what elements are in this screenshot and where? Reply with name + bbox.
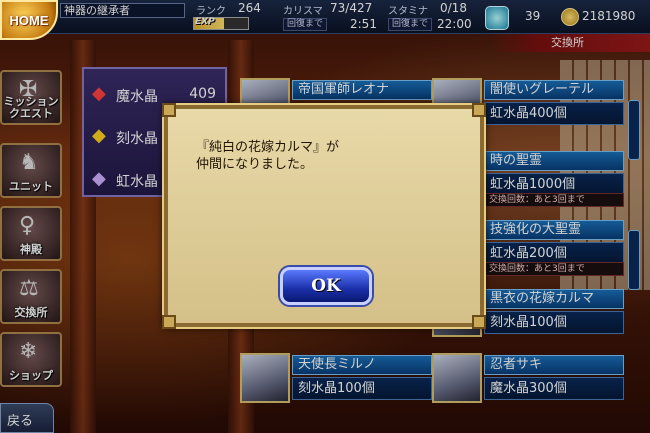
ok-button[interactable]: OK <box>280 267 372 305</box>
dialog-corner <box>472 103 486 117</box>
dialog-message: 『純白の花嫁カルマ』が 仲間になりました。 <box>196 140 340 172</box>
home-label: HOME <box>9 12 49 28</box>
game-screen: 神器の継承者 ランク 264 EXP カリスマ 73/427 回復まで 2:51… <box>0 0 650 433</box>
dialog-corner <box>472 315 486 329</box>
dialog-corner <box>162 315 176 329</box>
dialog-corner <box>162 103 176 117</box>
recruit-dialog: 『純白の花嫁カルマ』が 仲間になりました。 OK <box>162 103 486 329</box>
